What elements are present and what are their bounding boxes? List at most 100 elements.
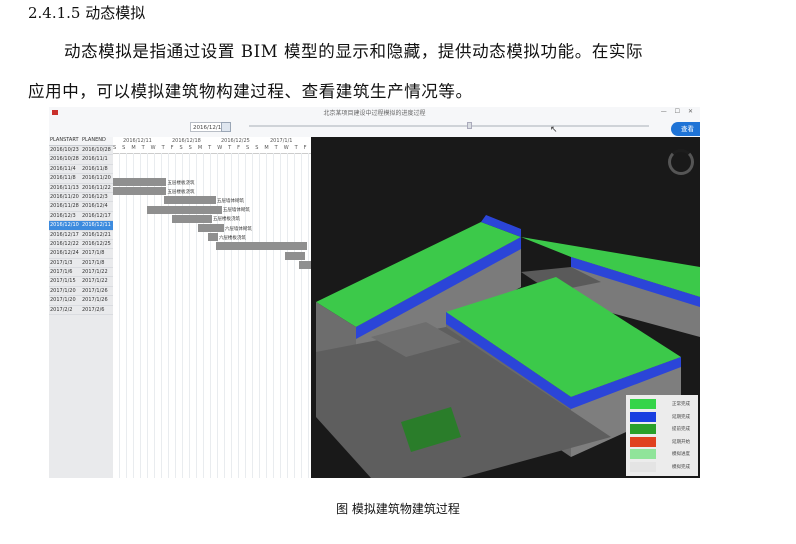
table-header: PLANSTART PLANEND xyxy=(49,137,113,146)
legend-item: 正常完成 xyxy=(630,399,696,410)
legend-swatch xyxy=(630,424,656,434)
cell-planstart: 2016/12/3 xyxy=(50,212,76,219)
query-button[interactable]: 查看 xyxy=(671,122,700,136)
paragraph-line-1: 动态模拟是指通过设置 BIM 模型的显示和隐藏，提供动态模拟功能。在实际 xyxy=(64,42,644,61)
legend-item: 延期完成 xyxy=(630,411,696,423)
cell-planend: 2016/11/20 xyxy=(82,175,111,182)
timeline-slider[interactable] xyxy=(249,125,649,127)
cell-planstart: 2016/11/28 xyxy=(50,203,79,210)
timeline-slider-thumb[interactable] xyxy=(467,122,472,129)
cell-planstart: 2017/1/6 xyxy=(50,269,73,276)
cell-planstart: 2016/12/17 xyxy=(50,231,79,238)
legend-label: 模拟进度 xyxy=(672,452,690,457)
section-heading: 2.4.1.5 动态模拟 xyxy=(28,4,146,22)
gantt-task-label: 五层墙体砌筑 xyxy=(216,198,244,204)
gantt-task-bar[interactable] xyxy=(215,242,308,251)
window-controls[interactable]: — ☐ ✕ xyxy=(661,108,696,115)
gantt-task-bar[interactable] xyxy=(146,205,222,214)
cell-planstart: 2017/1/20 xyxy=(50,287,76,294)
legend-swatch xyxy=(630,436,656,447)
table-row[interactable]: 2016/10/28 2016/11/1 xyxy=(49,155,113,165)
table-row[interactable]: 2016/12/3 2016/12/17 xyxy=(49,212,113,222)
table-row[interactable]: 2016/11/8 2016/11/20 xyxy=(49,174,113,184)
legend-swatch xyxy=(630,399,656,409)
legend-swatch xyxy=(630,461,656,472)
legend-item: 模拟完成 xyxy=(630,461,696,473)
cell-planend: 2017/1/8 xyxy=(82,259,105,266)
table-row[interactable]: 2017/1/6 2017/1/22 xyxy=(49,268,113,278)
table-row[interactable]: 2017/1/3 2017/1/8 xyxy=(49,259,113,269)
gantt-task-bar[interactable] xyxy=(164,196,216,205)
gantt-task-label: 六层墙体砌筑 xyxy=(224,226,252,232)
cell-planend: 2016/11/8 xyxy=(82,165,108,172)
gantt-task-label: 五层楼板浇筑 xyxy=(167,189,195,195)
cell-planstart: 2016/10/23 xyxy=(50,147,79,153)
cell-planend: 2016/12/4 xyxy=(82,203,108,210)
cell-planend: 2017/1/26 xyxy=(82,297,108,304)
mouse-cursor-icon: ↖ xyxy=(550,125,558,135)
gantt-week-label: 2016/12/11 xyxy=(123,138,152,144)
gantt-task-bar[interactable] xyxy=(208,233,218,242)
gantt-week-label: 2016/12/25 xyxy=(221,138,250,144)
gantt-task-bar[interactable] xyxy=(198,224,224,232)
cell-planstart: 2016/11/8 xyxy=(50,175,76,182)
column-header-planstart: PLANSTART xyxy=(50,137,79,143)
table-row[interactable]: 2016/12/17 2016/12/21 xyxy=(49,231,113,240)
figure-caption: 图 模拟建筑物建筑过程 xyxy=(336,502,460,516)
gantt-chart: 2016/12/11 2016/12/18 2016/12/25 2017/1/1 S… xyxy=(113,137,311,478)
table-row[interactable]: 2017/1/20 2017/1/26 xyxy=(49,287,113,297)
table-row[interactable]: 2016/10/23 2016/10/28 xyxy=(49,146,113,156)
cell-planend: 2017/1/8 xyxy=(82,250,105,257)
legend-item: 延期开始 xyxy=(630,436,696,448)
cell-planend: 2016/10/28 xyxy=(82,147,111,153)
gantt-week-header: 2016/12/11 2016/12/18 2016/12/25 2017/1/1 xyxy=(113,137,311,145)
gantt-task-bar[interactable] xyxy=(285,251,306,260)
bim-3d-view[interactable]: 正常完成延期完成提前完成延期开始模拟进度模拟完成 xyxy=(311,137,700,478)
gantt-task-bar[interactable] xyxy=(113,178,167,186)
cell-planstart: 2016/10/28 xyxy=(50,156,79,163)
status-legend: 正常完成延期完成提前完成延期开始模拟进度模拟完成 xyxy=(626,395,698,476)
gantt-task-bar[interactable] xyxy=(299,260,311,269)
legend-label: 延期完成 xyxy=(672,414,690,420)
legend-label: 正常完成 xyxy=(672,402,690,407)
table-row[interactable]: 2016/12/22 2016/12/25 xyxy=(49,240,113,250)
legend-item: 提前完成 xyxy=(630,424,696,435)
table-row[interactable]: 2016/11/13 2016/11/22 xyxy=(49,184,113,193)
gantt-task-bar[interactable] xyxy=(172,214,212,223)
table-row[interactable]: 2016/11/28 2016/12/4 xyxy=(49,202,113,212)
cell-planend: 2016/12/11 xyxy=(82,222,111,229)
cell-planend: 2017/1/22 xyxy=(82,269,108,276)
gantt-task-bar[interactable] xyxy=(113,187,167,196)
table-row[interactable]: 2016/11/20 2016/12/3 xyxy=(49,193,113,203)
cell-planstart: 2016/11/20 xyxy=(50,193,79,200)
cell-planend: 2016/12/3 xyxy=(82,193,108,200)
window-title: 北京某项目建设中过程模拟的进度过程 xyxy=(323,110,426,117)
top-bar: 北京某项目建设中过程模拟的进度过程 — ☐ ✕ 2016/12/11 ↖ 查看 xyxy=(49,107,700,137)
legend-label: 提前完成 xyxy=(672,427,690,432)
table-row[interactable]: 2017/1/15 2017/1/22 xyxy=(49,277,113,287)
cell-planend: 2016/12/21 xyxy=(82,231,111,238)
cell-planstart: 2016/11/4 xyxy=(50,165,76,172)
cell-planstart: 2017/1/3 xyxy=(50,259,73,266)
table-row[interactable]: 2016/12/24 2017/1/8 xyxy=(49,249,113,259)
table-row[interactable]: 2017/1/20 2017/1/26 xyxy=(49,296,113,306)
cell-planstart: 2017/1/20 xyxy=(50,297,76,304)
table-row[interactable]: 2016/11/4 2016/11/8 xyxy=(49,165,113,175)
paragraph-line-2: 应用中，可以模拟建筑物构建过程、查看建筑生产情况等。 xyxy=(28,82,473,101)
gantt-task-label: 五层楼板浇筑 xyxy=(213,217,240,223)
cell-planstart: 2016/12/24 xyxy=(50,250,79,257)
cell-planend: 2016/12/25 xyxy=(82,240,111,247)
cell-planstart: 2017/2/2 xyxy=(50,306,73,313)
gantt-week-label: 2016/12/18 xyxy=(172,138,201,144)
software-screenshot: 北京某项目建设中过程模拟的进度过程 — ☐ ✕ 2016/12/11 ↖ 查看 … xyxy=(49,107,700,478)
table-row[interactable]: 2016/12/10 2016/12/11 xyxy=(49,221,113,231)
legend-item: 模拟进度 xyxy=(630,449,696,460)
gantt-task-label: 五层楼板浇筑 xyxy=(167,180,195,186)
gantt-task-label: 五层墙体砌筑 xyxy=(222,208,250,214)
calendar-icon[interactable] xyxy=(221,122,231,132)
cell-planstart: 2016/11/13 xyxy=(50,184,79,191)
legend-label: 延期开始 xyxy=(672,439,690,445)
loading-spinner-icon xyxy=(668,149,694,175)
table-row[interactable]: 2017/2/2 2017/2/6 xyxy=(49,306,113,316)
legend-swatch xyxy=(630,449,656,459)
